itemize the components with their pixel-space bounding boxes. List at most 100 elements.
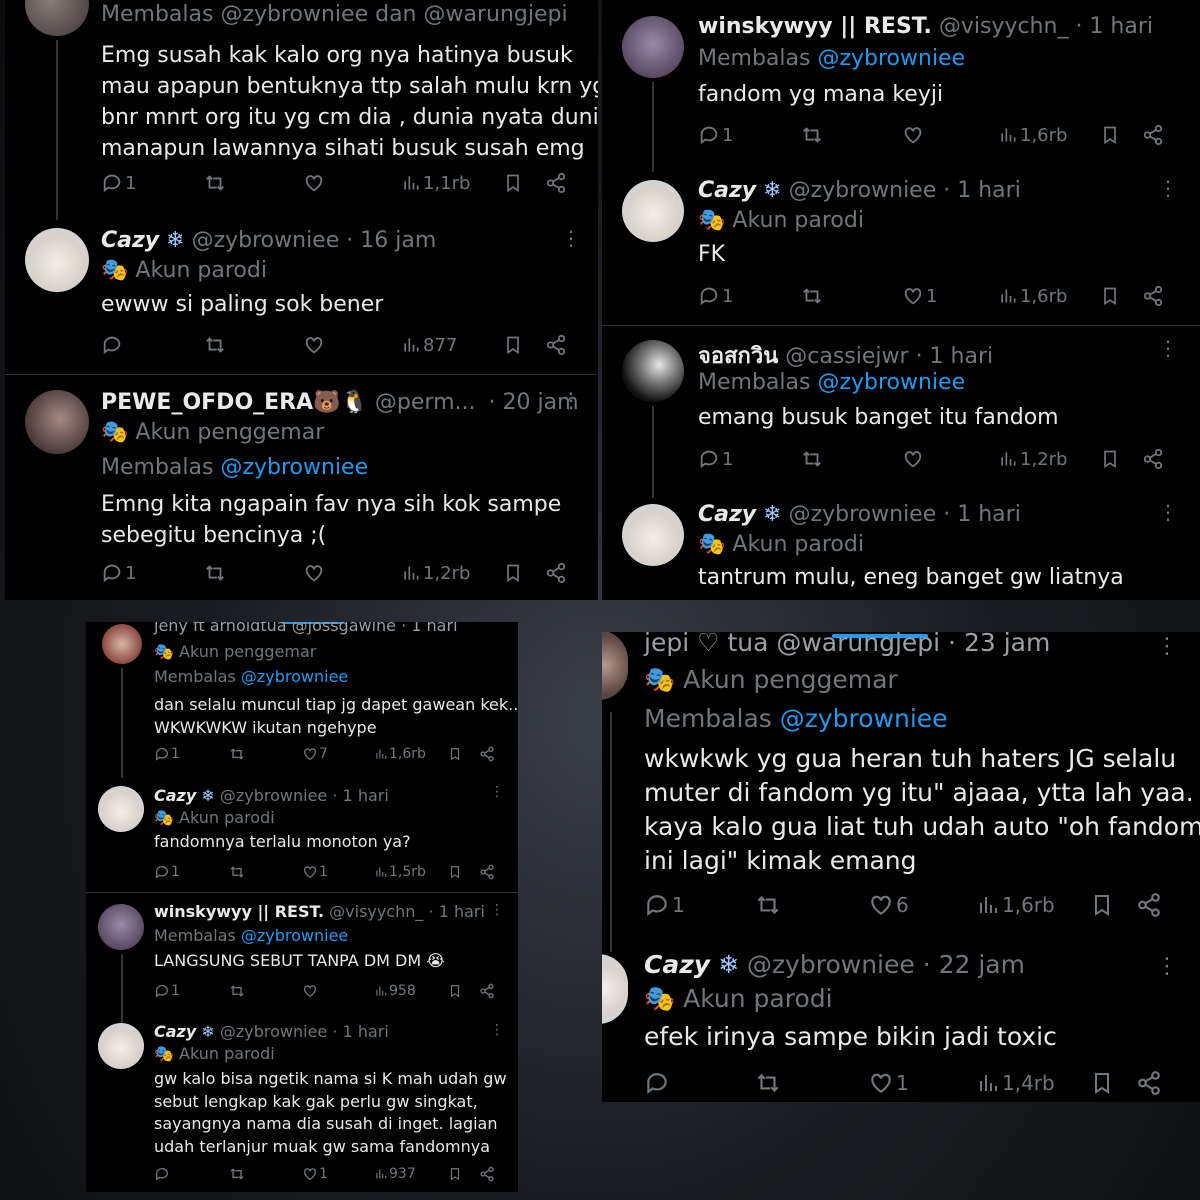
- like-button[interactable]: [902, 448, 924, 470]
- retweet-button[interactable]: [754, 892, 782, 918]
- views-button[interactable]: 1,5rb: [374, 864, 426, 880]
- display-name[interactable]: Cazy: [644, 950, 710, 979]
- more-dots-icon[interactable]: ⋮: [1158, 500, 1178, 524]
- retweet-button[interactable]: [203, 172, 227, 194]
- like-button[interactable]: [303, 172, 325, 194]
- display-name[interactable]: Cazy: [154, 786, 196, 805]
- reply-button[interactable]: 1: [154, 746, 180, 762]
- like-button[interactable]: 1: [902, 285, 937, 307]
- like-button[interactable]: 1: [868, 1070, 909, 1096]
- reply-button[interactable]: 1: [698, 285, 733, 307]
- display-name[interactable]: Cazy: [698, 502, 756, 527]
- reply-mention-link[interactable]: @zybrowniee: [220, 455, 368, 480]
- avatar[interactable]: [602, 954, 628, 1024]
- reply-button[interactable]: [154, 1166, 170, 1182]
- more-dots-icon[interactable]: ⋮: [561, 388, 581, 412]
- handle[interactable]: @zybrowniee: [789, 502, 937, 527]
- retweet-button[interactable]: [228, 864, 246, 880]
- retweet-button[interactable]: [800, 285, 824, 307]
- handle[interactable]: @zybrowniee: [220, 786, 327, 805]
- reply-button[interactable]: 1: [154, 983, 180, 999]
- display-name[interactable]: PEWE_OFDO_ERA🐻🐧: [101, 390, 368, 415]
- timestamp[interactable]: · 1 hari: [916, 344, 994, 369]
- bookmark-button[interactable]: [448, 864, 462, 880]
- avatar[interactable]: [25, 228, 89, 292]
- more-dots-icon[interactable]: ⋮: [1156, 634, 1178, 659]
- avatar[interactable]: [602, 632, 628, 700]
- more-dots-icon[interactable]: ⋮: [1158, 336, 1178, 360]
- reply-mention-link[interactable]: @zybrowniee: [241, 926, 348, 945]
- retweet-button[interactable]: [228, 746, 246, 762]
- like-button[interactable]: 1: [302, 864, 328, 880]
- handle[interactable]: @visyychn_: [939, 14, 1069, 39]
- like-button[interactable]: [902, 124, 924, 146]
- views-button[interactable]: 1,2rb: [998, 448, 1067, 470]
- avatar[interactable]: [622, 504, 684, 566]
- share-button[interactable]: [479, 746, 495, 762]
- share-button[interactable]: [545, 562, 567, 584]
- reply-button[interactable]: 1: [698, 124, 733, 146]
- reply-mention-link[interactable]: @zybrowniee: [817, 46, 965, 71]
- retweet-button[interactable]: [203, 334, 227, 356]
- like-button[interactable]: 7: [302, 746, 328, 762]
- avatar[interactable]: [622, 180, 684, 242]
- more-dots-icon[interactable]: ⋮: [490, 902, 504, 918]
- handle[interactable]: @perm...: [375, 390, 476, 415]
- share-button[interactable]: [1142, 124, 1164, 146]
- more-dots-icon[interactable]: ⋮: [1158, 176, 1178, 200]
- share-button[interactable]: [1142, 285, 1164, 307]
- timestamp[interactable]: · 22 jam: [923, 950, 1025, 979]
- handle[interactable]: @zybrowniee: [220, 1022, 327, 1041]
- display-name[interactable]: Cazy: [698, 178, 756, 203]
- share-button[interactable]: [479, 983, 495, 999]
- reply-mention-link[interactable]: @zybrowniee: [780, 704, 948, 733]
- handle[interactable]: @cassiejwr: [785, 344, 908, 369]
- bookmark-button[interactable]: [503, 172, 523, 194]
- retweet-button[interactable]: [203, 562, 227, 584]
- bookmark-button[interactable]: [1090, 1070, 1114, 1096]
- like-button[interactable]: [303, 334, 325, 356]
- share-button[interactable]: [479, 864, 495, 880]
- avatar[interactable]: [98, 904, 144, 950]
- bookmark-button[interactable]: [1100, 448, 1120, 470]
- avatar[interactable]: [102, 624, 142, 664]
- display-name[interactable]: winskywyy || REST.: [154, 902, 324, 921]
- share-button[interactable]: [479, 1166, 495, 1182]
- reply-button[interactable]: [644, 1070, 670, 1096]
- like-button[interactable]: [302, 983, 318, 999]
- views-button[interactable]: 1,1rb: [401, 172, 470, 194]
- reply-button[interactable]: 1: [154, 864, 180, 880]
- more-dots-icon[interactable]: ⋮: [1156, 954, 1178, 979]
- retweet-button[interactable]: [800, 448, 824, 470]
- more-dots-icon[interactable]: ⋮: [490, 784, 504, 800]
- timestamp[interactable]: · 1 hari: [943, 178, 1021, 203]
- share-button[interactable]: [1142, 448, 1164, 470]
- views-button[interactable]: 1,6rb: [998, 124, 1067, 146]
- retweet-button[interactable]: [228, 983, 246, 999]
- avatar[interactable]: [98, 786, 144, 832]
- bookmark-button[interactable]: [503, 334, 523, 356]
- retweet-button[interactable]: [754, 1070, 782, 1096]
- timestamp[interactable]: · 1 hari: [943, 502, 1021, 527]
- handle[interactable]: @visyychn_: [329, 902, 423, 921]
- bookmark-button[interactable]: [1090, 892, 1114, 918]
- views-button[interactable]: 877: [401, 334, 457, 356]
- display-name[interactable]: winskywyy || REST.: [698, 14, 932, 39]
- bookmark-button[interactable]: [1100, 124, 1120, 146]
- reply-button[interactable]: 1: [698, 448, 733, 470]
- avatar[interactable]: [25, 0, 89, 36]
- share-button[interactable]: [545, 172, 567, 194]
- handle[interactable]: @zybrowniee: [789, 178, 937, 203]
- avatar[interactable]: [25, 390, 89, 454]
- timestamp[interactable]: · 1 hari: [429, 902, 485, 921]
- avatar[interactable]: [622, 340, 684, 402]
- share-button[interactable]: [545, 334, 567, 356]
- bookmark-button[interactable]: [448, 746, 462, 762]
- retweet-button[interactable]: [800, 124, 824, 146]
- handle[interactable]: @zybrowniee: [747, 950, 915, 979]
- display-name[interactable]: Cazy: [154, 1022, 196, 1041]
- reply-button[interactable]: 1: [101, 172, 136, 194]
- timestamp[interactable]: · 16 jam: [346, 228, 436, 253]
- like-button[interactable]: 6: [868, 892, 909, 918]
- reply-button[interactable]: [101, 334, 123, 356]
